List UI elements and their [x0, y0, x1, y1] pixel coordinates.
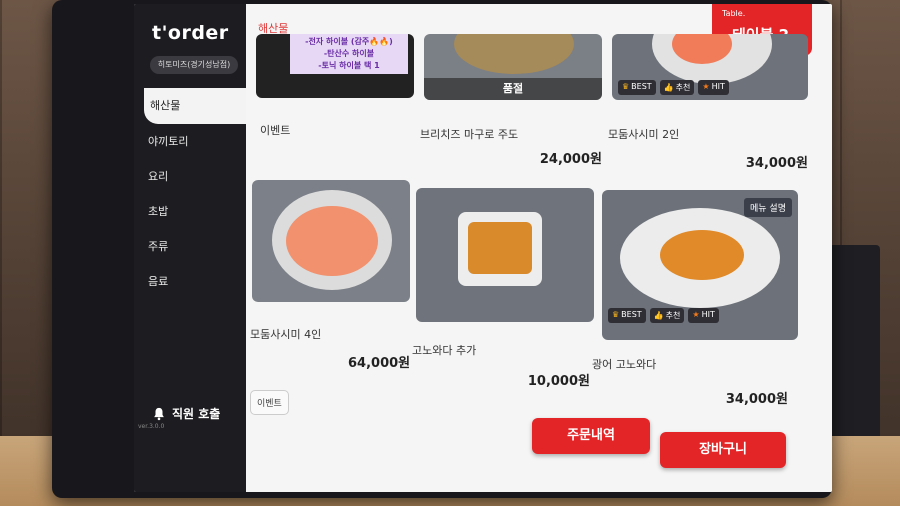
menu-thumbnail: 품절 — [424, 34, 602, 100]
sidebar: t'order 히토미즈(경기성남점) 해산물 야끼토리 요리 초밥 주류 음료… — [134, 4, 246, 492]
sidebar-item-liquor[interactable]: 주류 — [134, 229, 246, 264]
menu-price: 10,000원 — [527, 374, 590, 389]
sidebar-item-sushi[interactable]: 초밥 — [134, 194, 246, 229]
menu-name: 모둠사시미 4인 — [250, 328, 322, 341]
store-name: 히토미즈(경기성남점) — [150, 56, 238, 74]
crown-icon: ♛ — [612, 310, 620, 319]
crown-icon: ♛ — [622, 82, 630, 91]
menu-name: 고노와다 추가 — [412, 344, 477, 357]
event-chip[interactable]: 이벤트 — [250, 390, 289, 415]
call-staff-button[interactable]: 직원 호출 — [152, 405, 220, 422]
recommend-badge: 👍 추천 — [649, 308, 685, 323]
sidebar-item-yakitori[interactable]: 야끼토리 — [134, 124, 246, 159]
menu-thumbnail — [252, 180, 410, 302]
menu-thumbnail: ♛ BEST 👍 추천 ★ HIT — [612, 34, 808, 100]
category-nav: 해산물 야끼토리 요리 초밥 주류 음료 — [134, 88, 246, 299]
menu-thumbnail — [416, 188, 594, 322]
soldout-banner: 품절 — [424, 78, 602, 100]
event-thumbnail: -전자 하이볼 (감주🔥🔥) -탄산수 하이볼 -토닉 하이볼 택 1 — [256, 34, 414, 98]
hit-badge: ★ HIT — [698, 80, 729, 95]
menu-price: 24,000원 — [539, 152, 602, 167]
menu-name: 이벤트 — [260, 124, 291, 137]
menu-name: 광어 고노와다 — [592, 358, 657, 371]
star-icon: ★ — [692, 310, 700, 319]
brand-logo: t'order — [152, 22, 229, 44]
call-staff-label: 직원 호출 — [172, 407, 221, 421]
order-screen: t'order 히토미즈(경기성남점) 해산물 야끼토리 요리 초밥 주류 음료… — [134, 4, 832, 492]
promo-text: -전자 하이볼 (감주🔥🔥) -탄산수 하이볼 -토닉 하이볼 택 1 — [290, 34, 408, 74]
best-badge: ♛ BEST — [608, 308, 646, 323]
menu-card-brie-maguro[interactable]: 품절 브리치즈 마구로 주도 24,000원 — [420, 34, 602, 167]
menu-price: 34,000원 — [725, 392, 788, 407]
recommend-badge: 👍 추천 — [659, 80, 695, 95]
thumbs-up-icon: 👍 — [663, 83, 674, 92]
sidebar-item-drinks[interactable]: 음료 — [134, 264, 246, 299]
star-icon: ★ — [702, 82, 710, 91]
menu-card-gonowata-add[interactable]: 고노와다 추가 10,000원 — [412, 188, 596, 398]
badge-group: ♛ BEST 👍 추천 ★ HIT — [618, 80, 729, 95]
menu-card-sashimi-4[interactable]: 모둠사시미 4인 64,000원 — [250, 180, 412, 380]
menu-card-gwangeo-gonowata[interactable]: 메뉴 설명 ♛ BEST 👍 추천 ★ HIT 광어 고노와다 34,000원 — [592, 190, 798, 414]
version-text: ver.3.0.0 — [138, 423, 165, 430]
order-history-button[interactable]: 주문내역 — [532, 418, 650, 454]
menu-price: 64,000원 — [348, 356, 411, 371]
tablet-bezel: t'order 히토미즈(경기성남점) 해산물 야끼토리 요리 초밥 주류 음료… — [52, 0, 832, 498]
menu-name: 모둠사시미 2인 — [608, 128, 680, 141]
thumbs-up-icon: 👍 — [653, 311, 664, 320]
bell-icon — [154, 407, 164, 420]
table-label: Table. — [722, 9, 746, 18]
sidebar-item-seafood[interactable]: 해산물 — [144, 88, 246, 124]
menu-grid: 해산물 Table. 테이블 2 -전자 하이볼 (감주🔥🔥) -탄산수 하이볼… — [246, 4, 832, 492]
menu-card-event[interactable]: -전자 하이볼 (감주🔥🔥) -탄산수 하이볼 -토닉 하이볼 택 1 이벤트 — [256, 34, 414, 137]
best-badge: ♛ BEST — [618, 80, 656, 95]
menu-description-button[interactable]: 메뉴 설명 — [744, 198, 792, 217]
sidebar-item-dishes[interactable]: 요리 — [134, 159, 246, 194]
cart-button[interactable]: 장바구니 — [660, 432, 786, 468]
menu-thumbnail: 메뉴 설명 ♛ BEST 👍 추천 ★ HIT — [602, 190, 798, 340]
badge-group: ♛ BEST 👍 추천 ★ HIT — [608, 308, 719, 323]
menu-name: 브리치즈 마구로 주도 — [420, 128, 519, 141]
menu-price: 34,000원 — [745, 156, 808, 171]
hit-badge: ★ HIT — [688, 308, 719, 323]
menu-card-sashimi-2[interactable]: ♛ BEST 👍 추천 ★ HIT 모둠사시미 2인 34,000원 — [608, 34, 808, 174]
